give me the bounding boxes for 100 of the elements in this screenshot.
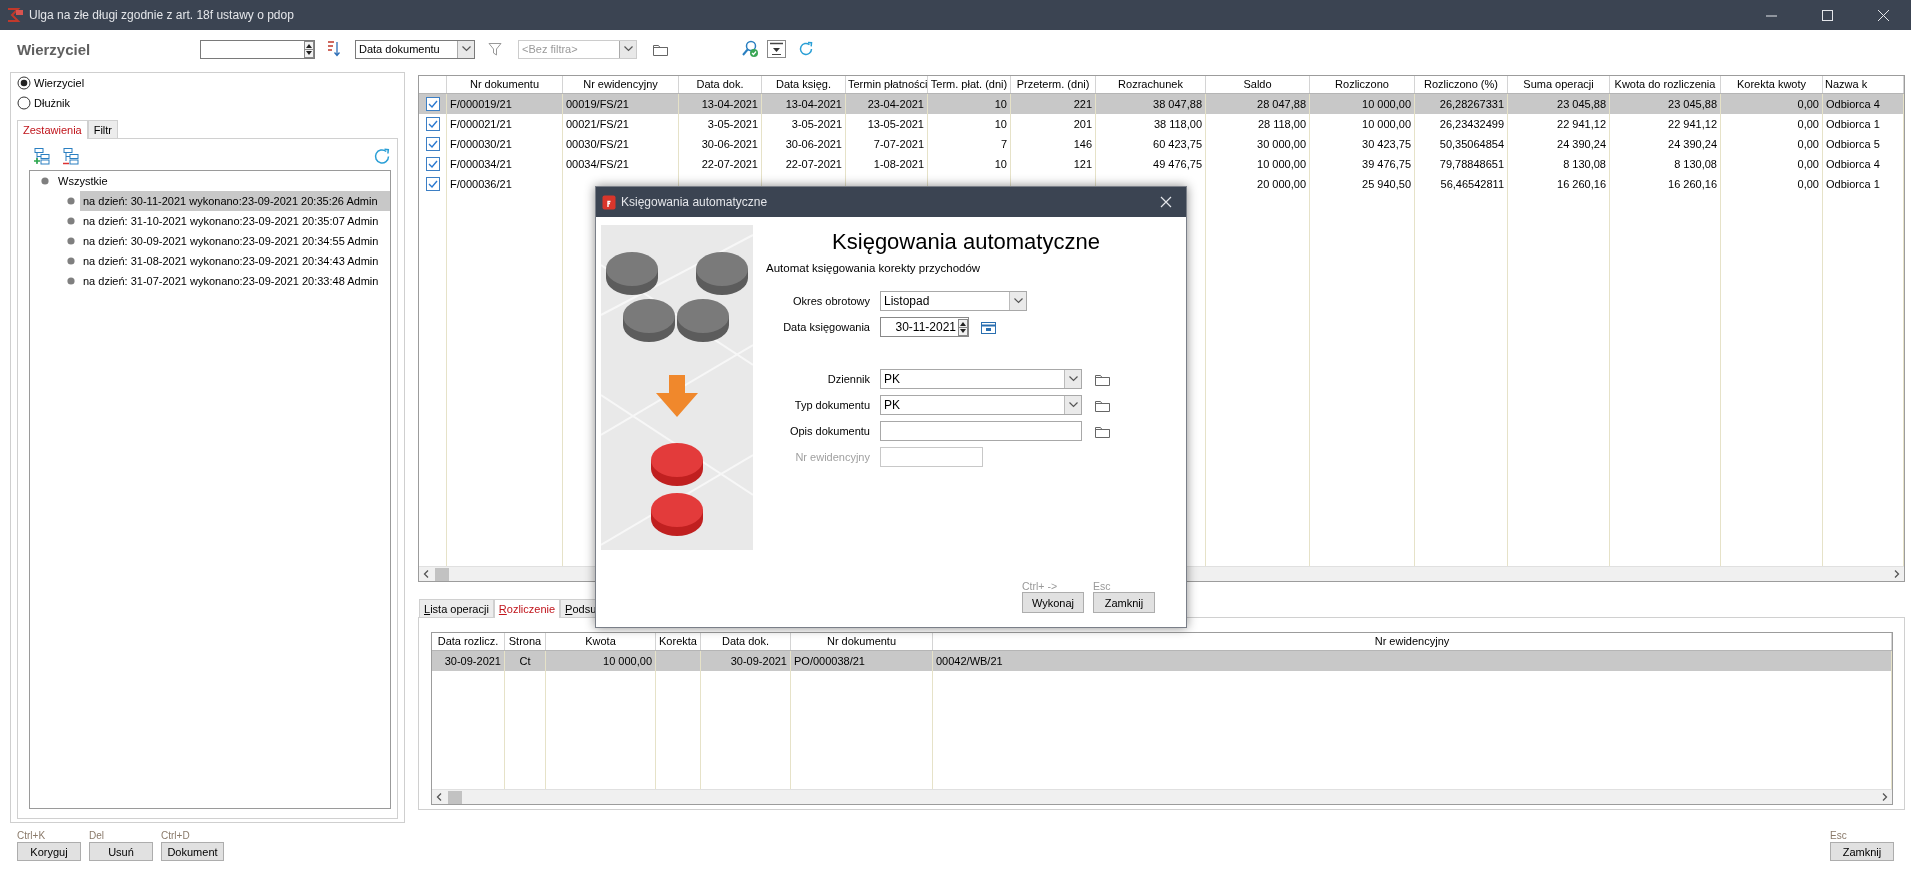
dropdown-button[interactable] bbox=[457, 40, 474, 58]
column-header[interactable]: Data dok. bbox=[679, 76, 762, 93]
table-row[interactable]: 30-09-2021 Ct 10 000,00 30-09-2021 PO/000038/21 00042/WB/21 bbox=[432, 651, 1892, 671]
tab[interactable]: Lista operacji bbox=[419, 599, 494, 617]
scrollbar-thumb[interactable] bbox=[448, 790, 462, 804]
node-bullet-icon bbox=[41, 177, 49, 185]
checkbox[interactable] bbox=[425, 177, 440, 191]
column-header[interactable]: Nazwa k bbox=[1823, 76, 1904, 93]
table-cell: 16 260,16 bbox=[1610, 174, 1721, 194]
dropdown-button[interactable] bbox=[1009, 292, 1026, 310]
action-button[interactable]: Dokument bbox=[161, 842, 224, 861]
search-check-icon[interactable] bbox=[741, 40, 759, 58]
sort-dropdown[interactable]: Data dokumentu bbox=[355, 39, 475, 59]
table-cell: 39 476,75 bbox=[1310, 154, 1415, 174]
checkbox[interactable] bbox=[425, 97, 440, 111]
column-header[interactable]: Term. płat. (dni) bbox=[928, 76, 1011, 93]
column-header[interactable]: Rozrachunek bbox=[1096, 76, 1206, 93]
shortcut-hint: Del bbox=[89, 830, 104, 842]
scrollbar-thumb[interactable] bbox=[435, 567, 449, 581]
close-icon[interactable] bbox=[1875, 8, 1891, 22]
field-label: Typ dokumentu bbox=[794, 399, 870, 411]
calendar-icon[interactable] bbox=[981, 320, 996, 334]
table-cell: 38 118,00 bbox=[1096, 114, 1206, 134]
sort-icon[interactable] bbox=[325, 40, 341, 58]
table-row[interactable]: F/000030/21 00030/FS/21 30-06-2021 30-06-2021 7-07-2021 7 146 60 423,75 30 000,00 30 423,75 50,35064854 24 390,24 24 390,24 0,00 Odbiorca 5 bbox=[419, 134, 1904, 154]
date-field[interactable]: 30-11-2021 bbox=[880, 317, 969, 337]
input-field[interactable] bbox=[880, 421, 1082, 441]
radio-label[interactable]: Wierzyciel bbox=[34, 77, 85, 89]
action-button[interactable]: Wykonaj bbox=[1022, 592, 1084, 613]
tab[interactable]: Filtr bbox=[87, 120, 119, 138]
action-button[interactable]: Koryguj bbox=[17, 842, 81, 861]
column-header[interactable]: Data księg. bbox=[762, 76, 846, 93]
table-cell: 79,78848651 bbox=[1415, 154, 1508, 174]
radio-label[interactable]: Dłużnik bbox=[34, 97, 71, 109]
column-header[interactable]: Kwota do rozliczenia bbox=[1610, 76, 1721, 93]
dropdown-field[interactable]: PK bbox=[880, 395, 1082, 415]
column-header[interactable]: Nr ewidencyjny bbox=[933, 633, 1892, 650]
table-cell: 16 260,16 bbox=[1508, 174, 1610, 194]
table-cell: 8 130,08 bbox=[1508, 154, 1610, 174]
column-header[interactable]: Data dok. bbox=[701, 633, 791, 650]
table-cell: 8 130,08 bbox=[1610, 154, 1721, 174]
page-heading: Wierzyciel bbox=[17, 40, 92, 58]
node-bullet-icon bbox=[67, 197, 75, 205]
tree-item[interactable]: na dzień: 31-08-2021 wykonano:23-09-2021 20:34:43 Admin bbox=[80, 251, 390, 271]
table-cell: 146 bbox=[1011, 134, 1096, 154]
column-header[interactable]: Korekta bbox=[656, 633, 701, 650]
column-header[interactable]: Nr ewidencyjny bbox=[563, 76, 679, 93]
spinner-icon[interactable] bbox=[304, 40, 314, 58]
table-row[interactable]: F/000019/21 00019/FS/21 13-04-2021 13-04-2021 23-04-2021 10 221 38 047,88 28 047,88 10 000,00 26,28267331 23 045,88 23 045,88 0,00 Odbiorca 4 bbox=[419, 94, 1904, 114]
table-cell: 221 bbox=[1011, 94, 1096, 114]
table-cell: 0,00 bbox=[1721, 114, 1823, 134]
number-field[interactable] bbox=[200, 39, 315, 59]
dropdown-field[interactable]: Listopad bbox=[880, 291, 1027, 311]
spinner-icon[interactable] bbox=[958, 318, 968, 336]
column-header[interactable]: Przeterm. (dni) bbox=[1011, 76, 1096, 93]
tab[interactable]: Rozliczenie bbox=[493, 599, 561, 618]
column-header[interactable]: Nr dokumentu bbox=[791, 633, 933, 650]
tree-item[interactable]: Wszystkie bbox=[55, 171, 390, 191]
column-header[interactable]: Termin płatności bbox=[846, 76, 928, 93]
column-header[interactable]: Strona bbox=[505, 633, 546, 650]
tree-item[interactable]: na dzień: 30-09-2021 wykonano:23-09-2021 20:34:55 Admin bbox=[80, 231, 390, 251]
checkbox[interactable] bbox=[425, 117, 440, 131]
checkbox[interactable] bbox=[425, 137, 440, 151]
column-header[interactable]: Kwota bbox=[546, 633, 656, 650]
table-cell: 30 423,75 bbox=[1310, 134, 1415, 154]
column-header[interactable]: Data rozlicz. bbox=[432, 633, 505, 650]
shortcut-hint: Ctrl+K bbox=[17, 830, 46, 842]
dropdown-value: Data dokumentu bbox=[359, 43, 440, 55]
column-header[interactable]: Rozliczono bbox=[1310, 76, 1415, 93]
dropdown-button[interactable] bbox=[1064, 396, 1081, 414]
dropdown-field[interactable]: PK bbox=[880, 369, 1082, 389]
radio-button[interactable] bbox=[17, 76, 31, 90]
column-header[interactable]: Korekta kwoty bbox=[1721, 76, 1823, 93]
table-row[interactable]: F/000021/21 00021/FS/21 3-05-2021 3-05-2021 13-05-2021 10 201 38 118,00 28 118,00 10 000,00 26,23432499 22 941,12 22 941,12 0,00 Odbiorca 1 bbox=[419, 114, 1904, 134]
table-cell: 22 941,12 bbox=[1508, 114, 1610, 134]
action-button[interactable]: Zamknij bbox=[1830, 842, 1894, 861]
column-header[interactable]: Suma operacji bbox=[1508, 76, 1610, 93]
checkbox[interactable] bbox=[425, 157, 440, 171]
node-bullet-icon bbox=[67, 217, 75, 225]
column-header[interactable]: Rozliczono (%) bbox=[1415, 76, 1508, 93]
table-cell: F/000021/21 bbox=[447, 114, 563, 134]
tab[interactable]: Zestawienia bbox=[17, 120, 88, 139]
filter-icon[interactable] bbox=[488, 41, 502, 57]
node-bullet-icon bbox=[67, 257, 75, 265]
table-row[interactable]: F/000034/21 00034/FS/21 22-07-2021 22-07-2021 1-08-2021 10 121 49 476,75 10 000,00 39 476,75 79,78848651 8 130,08 8 130,08 0,00 Odbiorca 4 bbox=[419, 154, 1904, 174]
column-header[interactable]: Nr dokumentu bbox=[447, 76, 563, 93]
action-button[interactable]: Usuń bbox=[89, 842, 153, 861]
refresh-icon[interactable] bbox=[373, 147, 391, 165]
radio-button[interactable] bbox=[17, 96, 31, 110]
action-button[interactable]: Zamknij bbox=[1093, 592, 1155, 613]
tree-item[interactable]: na dzień: 31-10-2021 wykonano:23-09-2021 20:35:07 Admin bbox=[80, 211, 390, 231]
remove-node-icon[interactable] bbox=[62, 147, 79, 165]
dropdown-button[interactable] bbox=[1064, 370, 1081, 388]
column-header[interactable]: Saldo bbox=[1206, 76, 1310, 93]
add-node-icon[interactable] bbox=[33, 147, 50, 165]
tree-item[interactable]: na dzień: 30-11-2021 wykonano:23-09-2021 20:35:26 Admin bbox=[80, 191, 390, 211]
maximize-icon[interactable] bbox=[1819, 8, 1835, 22]
refresh-icon[interactable] bbox=[798, 40, 814, 58]
tree-item[interactable]: na dzień: 31-07-2021 wykonano:23-09-2021 20:33:48 Admin bbox=[80, 271, 390, 291]
close-icon[interactable] bbox=[1160, 196, 1172, 208]
